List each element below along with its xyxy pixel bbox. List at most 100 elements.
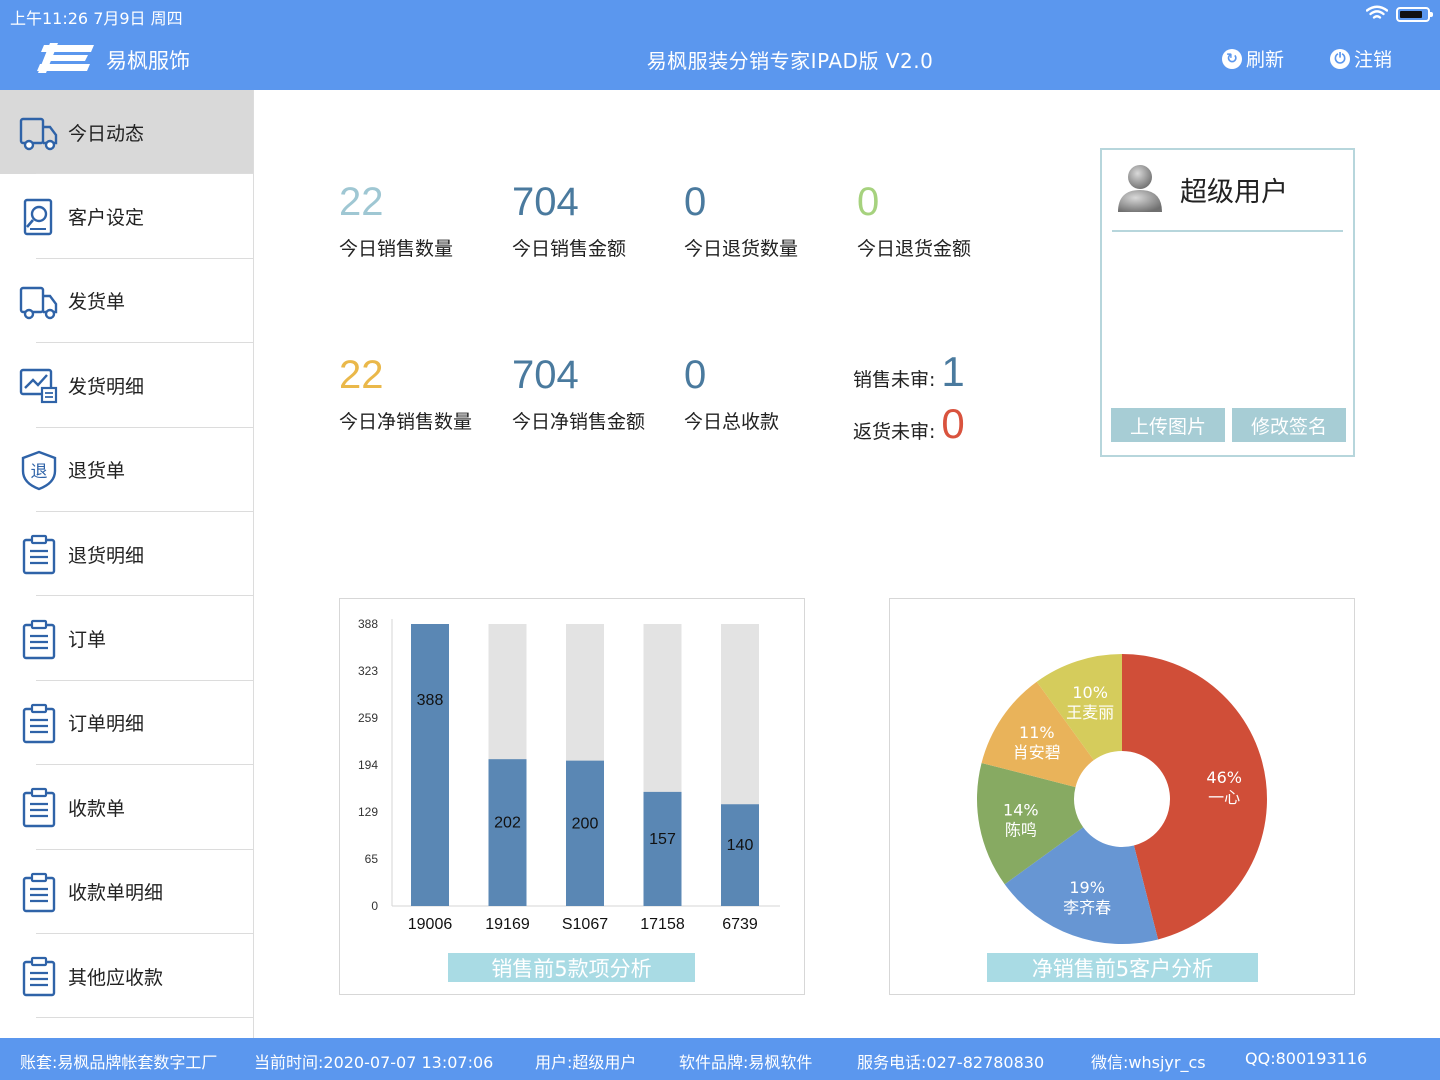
footer-time: 当前时间:2020-07-07 13:07:06 bbox=[254, 1053, 494, 1072]
trend-chart-icon bbox=[19, 369, 58, 404]
clipboard-icon bbox=[22, 619, 56, 659]
divider bbox=[1112, 230, 1343, 232]
footer-bar: 账套:易枫品牌帐套数字工厂 当前时间:2020-07-07 13:07:06 用… bbox=[0, 1038, 1440, 1080]
stat-today-net-sales-qty: 22 今日净销售数量 bbox=[339, 353, 472, 434]
stat-value: 704 bbox=[512, 353, 579, 397]
sidebar-item[interactable]: 发货明细 bbox=[0, 343, 253, 428]
pie-chart: 46%一心 19%李齐春 14%陈鸣 11%肖安碧 10%王麦丽 bbox=[977, 654, 1267, 944]
sidebar-item[interactable]: 订单明细 bbox=[0, 681, 253, 766]
divider bbox=[36, 1017, 253, 1019]
sidebar-item-label: 发货明细 bbox=[68, 375, 145, 398]
bar-chart: 0 65 129 194 259 323 388 388 19006 202 19169 200 S10… bbox=[358, 617, 780, 933]
sidebar-item-label: 其他应收款 bbox=[68, 966, 164, 989]
stat-label: 今日净销售金额 bbox=[512, 411, 646, 433]
y-tick-label: 323 bbox=[358, 664, 378, 678]
bar-value-label: 140 bbox=[727, 837, 754, 854]
bar-value-label: 202 bbox=[494, 815, 521, 832]
bar bbox=[566, 760, 604, 906]
y-tick-label: 65 bbox=[365, 852, 379, 866]
user-name: 超级用户 bbox=[1180, 177, 1288, 208]
sidebar-item[interactable]: 退退货单 bbox=[0, 428, 253, 512]
footer-wechat: 微信:whsjyr_cs bbox=[1091, 1053, 1206, 1072]
x-tick-label: 17158 bbox=[640, 916, 685, 933]
slice-percent-label: 10% bbox=[1072, 683, 1108, 702]
return-shield-icon: 退 bbox=[21, 450, 57, 491]
stat-label: 今日销售金额 bbox=[512, 238, 627, 260]
y-tick-label: 129 bbox=[358, 805, 378, 819]
status-time: 上午11:26 7月9日 周四 bbox=[10, 9, 183, 28]
wifi-icon bbox=[1366, 5, 1388, 19]
top5-items-chart: 0 65 129 194 259 323 388 388 19006 202 19169 200 S10… bbox=[339, 598, 805, 995]
pending-returns-count: 0 bbox=[941, 400, 965, 447]
pending-returns[interactable]: 返货未审: 0 bbox=[853, 400, 965, 448]
sidebar-item[interactable]: 订单 bbox=[0, 596, 253, 681]
footer-phone: 服务电话:027-82780830 bbox=[857, 1053, 1045, 1072]
sidebar-item-label: 订单明细 bbox=[68, 713, 145, 736]
sidebar-item[interactable]: 收款单 bbox=[0, 765, 253, 850]
sidebar-item[interactable]: 退货明细 bbox=[0, 512, 253, 597]
slice-name-label: 李齐春 bbox=[1063, 898, 1111, 917]
sidebar-item-label: 今日动态 bbox=[68, 122, 145, 145]
top-bar: 上午11:26 7月9日 周四 易枫服饰 易枫服装分销专家IPAD版 V2.0 … bbox=[0, 0, 1440, 90]
sidebar-item[interactable]: 客户设定 bbox=[0, 174, 253, 259]
pending-sales[interactable]: 销售未审: 1 bbox=[853, 348, 965, 396]
clipboard-icon bbox=[22, 872, 56, 912]
pie-chart-title: 净销售前5客户分析 bbox=[987, 953, 1258, 982]
stat-today-net-sales-amount: 704 今日净销售金额 bbox=[512, 353, 645, 434]
pending-sales-count: 1 bbox=[941, 348, 965, 395]
bar bbox=[411, 624, 449, 906]
stat-value: 0 bbox=[857, 180, 880, 224]
sidebar-item-label: 收款单明细 bbox=[68, 882, 164, 905]
battery-level bbox=[1400, 11, 1423, 18]
slice-percent-label: 11% bbox=[1019, 723, 1055, 742]
sidebar-item-label: 退货单 bbox=[68, 460, 126, 483]
footer-account: 账套:易枫品牌帐套数字工厂 bbox=[20, 1053, 218, 1072]
bar bbox=[721, 804, 759, 906]
sidebar-item-label: 订单 bbox=[68, 629, 107, 652]
stat-today-sales-amount: 704 今日销售金额 bbox=[512, 180, 626, 261]
sidebar: 今日动态 客户设定 发货单 发货明细退退货单 退货明细 订单 订单明细 收款单 收款单明细 其他应… bbox=[0, 90, 254, 1038]
clipboard-icon bbox=[22, 535, 56, 575]
power-icon: ⏻ bbox=[1330, 48, 1350, 69]
clipboard-icon bbox=[22, 956, 56, 997]
bar-value-label: 388 bbox=[417, 692, 444, 709]
stat-label: 今日退货数量 bbox=[684, 238, 799, 260]
refresh-label: 刷新 bbox=[1246, 49, 1285, 71]
footer-software: 软件品牌:易枫软件 bbox=[679, 1053, 813, 1072]
sidebar-item-label: 客户设定 bbox=[68, 207, 145, 230]
y-tick-label: 194 bbox=[358, 758, 378, 772]
stat-label: 今日净销售数量 bbox=[339, 411, 473, 433]
slice-name-label: 王麦丽 bbox=[1066, 703, 1114, 722]
user-avatar-icon bbox=[1118, 165, 1162, 212]
slice-percent-label: 19% bbox=[1069, 878, 1105, 897]
sidebar-item[interactable]: 发货单 bbox=[0, 259, 253, 344]
slice-name-label: 一心 bbox=[1208, 788, 1240, 807]
stat-value: 22 bbox=[339, 353, 384, 397]
slice-name-label: 陈鸣 bbox=[1005, 820, 1037, 839]
stat-label: 今日销售数量 bbox=[339, 238, 454, 260]
bar-chart-title: 销售前5款项分析 bbox=[448, 953, 695, 982]
y-tick-label: 259 bbox=[358, 711, 378, 725]
battery-icon bbox=[1396, 7, 1433, 22]
edit-signature-button[interactable]: 修改签名 bbox=[1232, 408, 1346, 442]
truck-icon bbox=[19, 286, 58, 320]
logout-label: 注销 bbox=[1354, 49, 1393, 71]
stat-today-total-receipts: 0 今日总收款 bbox=[684, 353, 779, 434]
sidebar-item-label: 发货单 bbox=[68, 291, 126, 314]
sidebar-item[interactable]: 今日动态 bbox=[0, 90, 253, 175]
stat-today-return-qty: 0 今日退货数量 bbox=[684, 180, 798, 261]
x-tick-label: 19006 bbox=[408, 916, 453, 933]
stat-today-return-amount: 0 今日退货金额 bbox=[857, 180, 971, 261]
slice-percent-label: 46% bbox=[1206, 768, 1242, 787]
sidebar-item[interactable]: 其他应收款 bbox=[0, 934, 253, 1019]
footer-qq: QQ:800193116 bbox=[1245, 1049, 1368, 1068]
stat-label: 今日总收款 bbox=[684, 411, 780, 433]
return-icon-glyph: 退 bbox=[31, 462, 48, 482]
refresh-button[interactable]: ↻ 刷新 bbox=[1222, 45, 1284, 72]
sidebar-item[interactable]: 收款单明细 bbox=[0, 850, 253, 934]
clipboard-icon bbox=[22, 788, 56, 828]
stat-today-sales-qty: 22 今日销售数量 bbox=[339, 180, 453, 261]
customer-search-icon bbox=[23, 198, 53, 235]
logout-button[interactable]: ⏻ 注销 bbox=[1330, 45, 1392, 72]
upload-image-button[interactable]: 上传图片 bbox=[1111, 408, 1225, 442]
